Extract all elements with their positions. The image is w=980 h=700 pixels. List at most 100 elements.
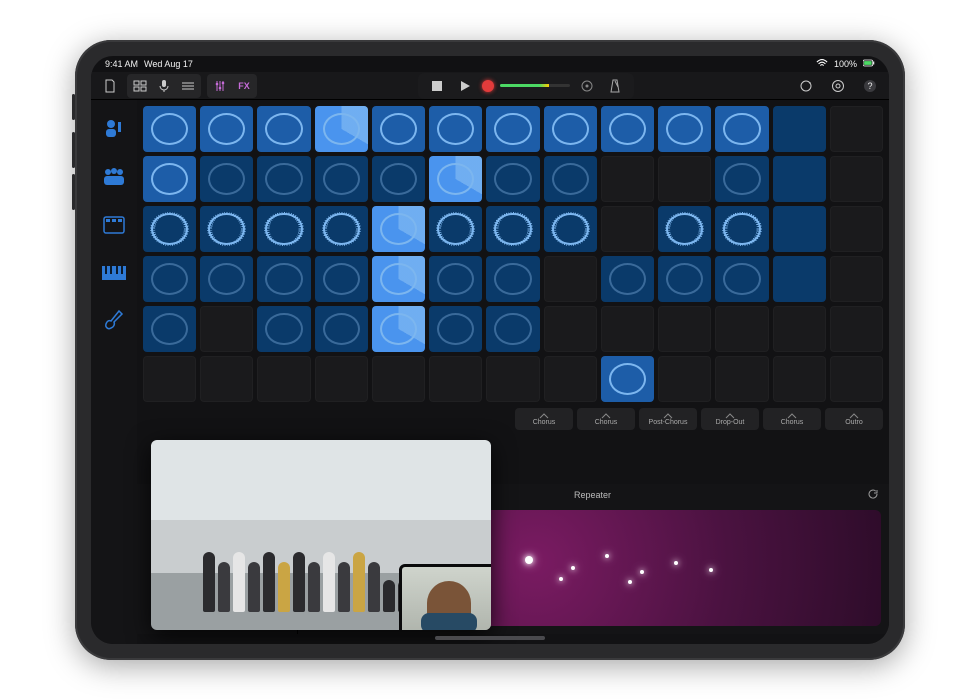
loop-cell[interactable] xyxy=(143,256,196,302)
metronome-icon[interactable] xyxy=(604,76,626,96)
loop-cell[interactable] xyxy=(830,356,883,402)
drum-machine-track-icon[interactable] xyxy=(101,214,127,236)
section-button[interactable]: Chorus xyxy=(515,408,573,430)
section-button[interactable]: Drop-Out xyxy=(701,408,759,430)
pip-self-view[interactable] xyxy=(399,564,491,630)
keyboard-track-icon[interactable] xyxy=(101,262,127,284)
loop-cell[interactable] xyxy=(830,256,883,302)
loop-cell[interactable] xyxy=(429,106,482,152)
loop-cell[interactable] xyxy=(315,206,368,252)
home-indicator[interactable] xyxy=(435,636,545,640)
loop-cell[interactable] xyxy=(773,156,826,202)
loop-cell[interactable] xyxy=(544,306,597,352)
mixer-icon[interactable] xyxy=(209,76,231,96)
loop-cell[interactable] xyxy=(143,306,196,352)
choir-track-icon[interactable] xyxy=(101,166,127,188)
loop-cell[interactable] xyxy=(830,156,883,202)
loop-cell[interactable] xyxy=(315,256,368,302)
loop-cell[interactable] xyxy=(544,256,597,302)
device-volume-down-button[interactable] xyxy=(72,174,75,210)
loop-cell[interactable] xyxy=(372,206,425,252)
loop-cell[interactable] xyxy=(143,156,196,202)
loop-cell[interactable] xyxy=(200,356,253,402)
loop-cell[interactable] xyxy=(429,356,482,402)
loop-cell[interactable] xyxy=(200,256,253,302)
device-volume-up-button[interactable] xyxy=(72,132,75,168)
loop-cell[interactable] xyxy=(200,106,253,152)
loop-cell[interactable] xyxy=(601,256,654,302)
loop-cell[interactable] xyxy=(601,156,654,202)
loop-cell[interactable] xyxy=(830,306,883,352)
loop-cell[interactable] xyxy=(429,256,482,302)
loop-cell[interactable] xyxy=(715,106,768,152)
grid-view-button[interactable] xyxy=(129,76,151,96)
record-button[interactable] xyxy=(482,80,494,92)
loop-cell[interactable] xyxy=(544,106,597,152)
play-button[interactable] xyxy=(454,76,476,96)
loop-cell[interactable] xyxy=(143,206,196,252)
loop-cell[interactable] xyxy=(486,306,539,352)
loop-cell[interactable] xyxy=(315,156,368,202)
loop-cell[interactable] xyxy=(658,106,711,152)
loop-cell[interactable] xyxy=(257,256,310,302)
loop-cell[interactable] xyxy=(830,206,883,252)
loop-cell[interactable] xyxy=(544,206,597,252)
loop-cell[interactable] xyxy=(372,156,425,202)
loop-cell[interactable] xyxy=(601,306,654,352)
loop-cell[interactable] xyxy=(315,106,368,152)
picture-in-picture-window[interactable] xyxy=(151,440,491,630)
loop-cell[interactable] xyxy=(658,306,711,352)
loop-cell[interactable] xyxy=(715,206,768,252)
loop-cell[interactable] xyxy=(544,356,597,402)
loop-cell[interactable] xyxy=(257,106,310,152)
loop-cell[interactable] xyxy=(257,206,310,252)
loop-cell[interactable] xyxy=(715,356,768,402)
loop-cell[interactable] xyxy=(486,356,539,402)
loop-cell[interactable] xyxy=(429,156,482,202)
loop-browser-icon[interactable] xyxy=(795,76,817,96)
loop-cell[interactable] xyxy=(658,156,711,202)
section-button[interactable]: Outro xyxy=(825,408,883,430)
master-volume-icon[interactable] xyxy=(576,76,598,96)
document-icon[interactable] xyxy=(99,76,121,96)
loop-cell[interactable] xyxy=(773,306,826,352)
loop-cell[interactable] xyxy=(715,256,768,302)
loop-cell[interactable] xyxy=(486,256,539,302)
loop-cell[interactable] xyxy=(658,356,711,402)
reset-icon[interactable] xyxy=(867,488,879,502)
loop-cell[interactable] xyxy=(372,306,425,352)
loop-cell[interactable] xyxy=(830,106,883,152)
loop-cell[interactable] xyxy=(715,306,768,352)
loop-cell[interactable] xyxy=(143,356,196,402)
fx-button[interactable]: FX xyxy=(233,76,255,96)
loop-cell[interactable] xyxy=(601,356,654,402)
loop-cell[interactable] xyxy=(200,306,253,352)
loop-cell[interactable] xyxy=(257,306,310,352)
section-button[interactable]: Chorus xyxy=(763,408,821,430)
loop-cell[interactable] xyxy=(773,106,826,152)
loop-cell[interactable] xyxy=(143,106,196,152)
loop-cell[interactable] xyxy=(315,306,368,352)
loop-cell[interactable] xyxy=(486,156,539,202)
loop-cell[interactable] xyxy=(658,256,711,302)
loop-cell[interactable] xyxy=(372,356,425,402)
loop-cell[interactable] xyxy=(200,156,253,202)
loop-cell[interactable] xyxy=(486,206,539,252)
stop-button[interactable] xyxy=(426,76,448,96)
loop-cell[interactable] xyxy=(257,156,310,202)
loop-cell[interactable] xyxy=(601,206,654,252)
loop-cell[interactable] xyxy=(372,256,425,302)
guitar-track-icon[interactable] xyxy=(101,310,127,332)
loop-cell[interactable] xyxy=(773,356,826,402)
loop-cell[interactable] xyxy=(773,206,826,252)
loop-cell[interactable] xyxy=(658,206,711,252)
loop-cell[interactable] xyxy=(429,206,482,252)
microphone-icon[interactable] xyxy=(153,76,175,96)
device-power-button[interactable] xyxy=(72,94,75,120)
loop-cell[interactable] xyxy=(200,206,253,252)
loop-cell[interactable] xyxy=(486,106,539,152)
vocal-track-icon[interactable] xyxy=(101,118,127,140)
help-icon[interactable]: ? xyxy=(859,76,881,96)
loop-cell[interactable] xyxy=(429,306,482,352)
loop-cell[interactable] xyxy=(372,106,425,152)
